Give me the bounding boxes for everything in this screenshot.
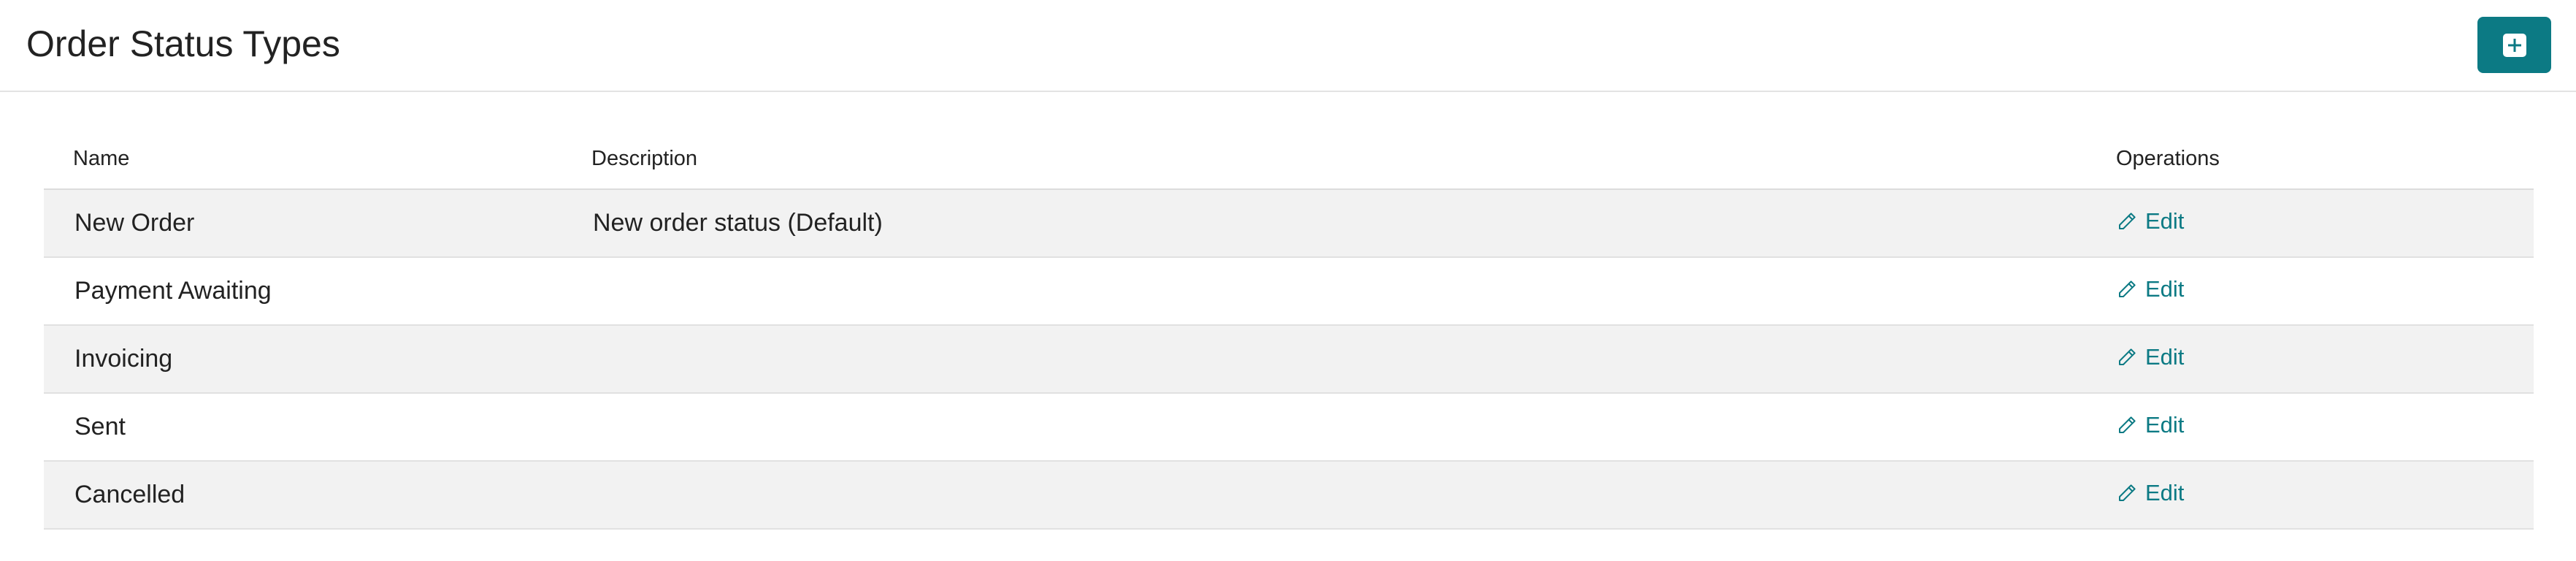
pencil-icon [2116,414,2138,436]
column-header-operations: Operations [2116,129,2534,190]
column-header-name: Name [44,129,591,190]
status-description [591,393,2116,461]
edit-label: Edit [2145,275,2185,302]
pencil-icon [2116,346,2138,368]
page-header: Order Status Types [0,0,2576,92]
status-name: Payment Awaiting [74,277,272,305]
pencil-icon [2116,210,2138,232]
plus-square-icon [2502,33,2527,58]
edit-label: Edit [2145,479,2185,505]
edit-label: Edit [2145,343,2185,370]
status-name: New Order [74,209,195,237]
status-description: New order status (Default) [593,209,883,237]
table-header-row: Name Description Operations [44,129,2534,190]
status-description [591,257,2116,325]
table-row: Cancelled Edit [44,461,2534,529]
table-row: Invoicing Edit [44,325,2534,393]
pencil-icon [2116,278,2138,300]
edit-label: Edit [2145,411,2185,438]
pencil-icon [2116,482,2138,504]
status-description [591,461,2116,529]
status-description [591,325,2116,393]
edit-link[interactable]: Edit [2116,344,2184,370]
table-row: Payment Awaiting Edit [44,257,2534,325]
edit-link[interactable]: Edit [2116,208,2184,234]
order-status-table: Name Description Operations New Order Ne… [44,129,2534,530]
add-status-button[interactable] [2477,17,2551,73]
page-title: Order Status Types [26,23,340,64]
edit-link[interactable]: Edit [2116,480,2184,506]
table-row: New Order New order status (Default) Edi… [44,189,2534,257]
table-row: Sent Edit [44,393,2534,461]
edit-link[interactable]: Edit [2116,412,2184,438]
edit-label: Edit [2145,207,2185,234]
status-name: Sent [74,413,126,440]
edit-link[interactable]: Edit [2116,276,2184,302]
column-header-description: Description [591,129,2116,190]
status-name: Cancelled [74,481,185,508]
status-name: Invoicing [74,345,173,373]
